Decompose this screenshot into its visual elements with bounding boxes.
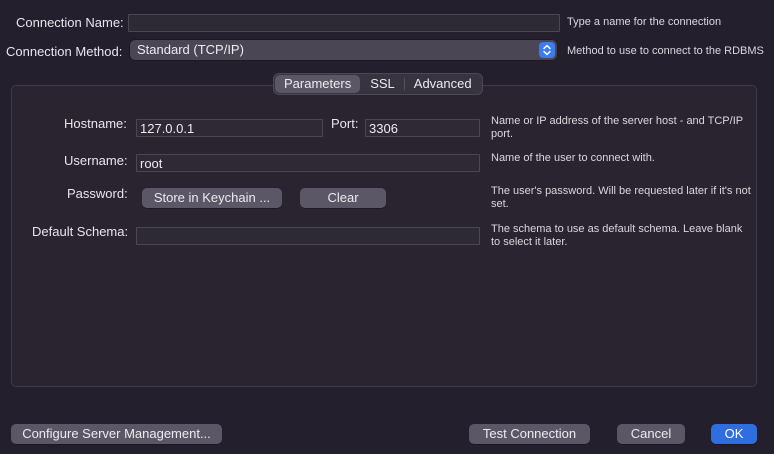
password-hint: The user's password. Will be requested l…	[491, 185, 751, 210]
chevron-up-down-icon	[539, 42, 555, 58]
username-label: Username:	[64, 153, 128, 168]
connection-name-hint: Type a name for the connection	[567, 16, 722, 28]
tab-advanced[interactable]: Advanced	[405, 75, 481, 93]
port-label: Port:	[331, 116, 359, 131]
connection-method-select[interactable]: Standard (TCP/IP)	[130, 40, 557, 60]
connection-method-hint: Method to use to connect to the RDBMS	[567, 45, 764, 57]
port-input[interactable]	[365, 119, 480, 137]
connection-method-value: Standard (TCP/IP)	[137, 42, 244, 57]
configure-server-management-button[interactable]: Configure Server Management...	[11, 424, 222, 444]
default-schema-label: Default Schema:	[32, 224, 129, 239]
connection-name-input[interactable]	[128, 14, 560, 32]
username-hint: Name of the user to connect with.	[491, 152, 655, 164]
connection-dialog: Connection Name: Type a name for the con…	[0, 0, 774, 454]
hostname-hint: Name or IP address of the server host - …	[491, 115, 743, 140]
hostname-label: Hostname:	[64, 116, 127, 131]
hostname-input[interactable]	[136, 119, 323, 137]
username-input[interactable]	[136, 154, 480, 172]
tab-parameters[interactable]: Parameters	[275, 75, 361, 93]
default-schema-hint: The schema to use as default schema. Lea…	[491, 223, 743, 248]
ok-button[interactable]: OK	[711, 424, 757, 444]
connection-method-label: Connection Method:	[6, 44, 123, 59]
test-connection-button[interactable]: Test Connection	[469, 424, 590, 444]
clear-password-button[interactable]: Clear	[300, 188, 386, 208]
tab-bar: Parameters SSL Advanced	[273, 73, 483, 95]
tab-ssl[interactable]: SSL	[361, 75, 404, 93]
cancel-button[interactable]: Cancel	[617, 424, 685, 444]
default-schema-input[interactable]	[136, 227, 480, 245]
store-in-keychain-button[interactable]: Store in Keychain ...	[142, 188, 282, 208]
password-label: Password:	[67, 186, 128, 201]
connection-name-label: Connection Name:	[16, 15, 124, 30]
